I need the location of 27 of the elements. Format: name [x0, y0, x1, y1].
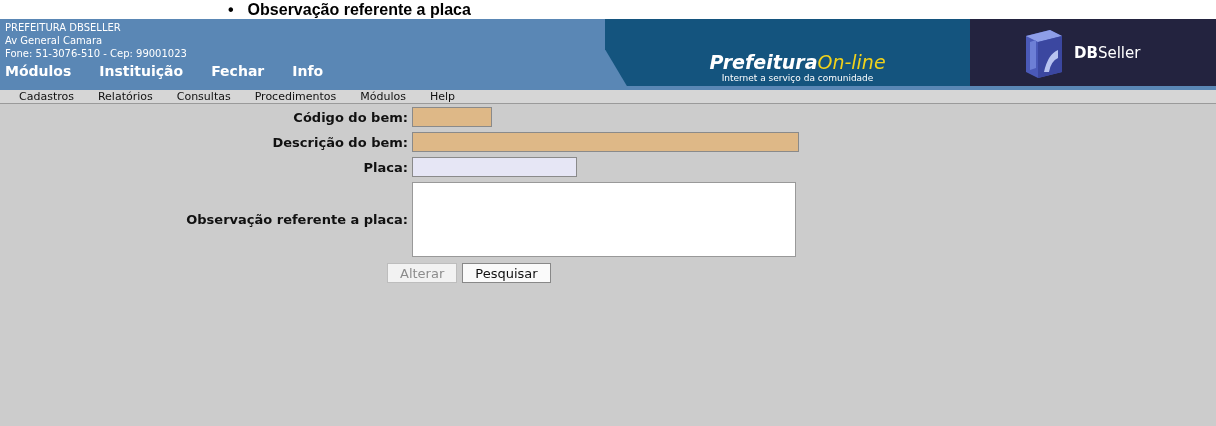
menu-item[interactable]: Módulos — [353, 90, 413, 103]
top-menu-item[interactable]: Fechar — [211, 63, 265, 79]
input-field[interactable] — [412, 107, 492, 127]
header-info: Av General Camara — [5, 34, 104, 47]
page-heading: Observação referente a placa — [247, 0, 471, 19]
header-info: Fone: 51-3076-510 - Cep: 99001023 — [5, 47, 188, 60]
field-label: Descrição do bem: — [272, 134, 408, 150]
menu-item[interactable]: Help — [422, 90, 462, 103]
bullet: • — [228, 0, 234, 19]
tagline: Internet a serviço da comunidade — [721, 73, 874, 84]
top-menu-item[interactable]: Info — [292, 63, 324, 79]
menu-item[interactable]: Relatórios — [90, 90, 160, 103]
field-label: Placa: — [363, 159, 408, 175]
header-info: PREFEITURA DBSELLER — [5, 21, 122, 34]
menu-item[interactable]: Consultas — [169, 90, 238, 103]
top-menu-item[interactable]: Instituição — [99, 63, 184, 79]
menu-item[interactable]: Cadastros — [12, 90, 81, 103]
input-field[interactable] — [412, 132, 799, 152]
top-menu-item[interactable]: Módulos — [5, 63, 72, 79]
text-area[interactable] — [412, 182, 796, 257]
menu-item[interactable]: Procedimentos — [247, 90, 344, 103]
field-label: Código do bem: — [293, 109, 408, 125]
brand-logo: PrefeituraOn-line — [709, 51, 886, 73]
input-field[interactable] — [412, 157, 577, 177]
field-label: Observação referente a placa: — [186, 212, 408, 227]
vendor-logo: DBSeller — [1074, 43, 1141, 62]
form-button[interactable]: Pesquisar — [462, 263, 551, 283]
